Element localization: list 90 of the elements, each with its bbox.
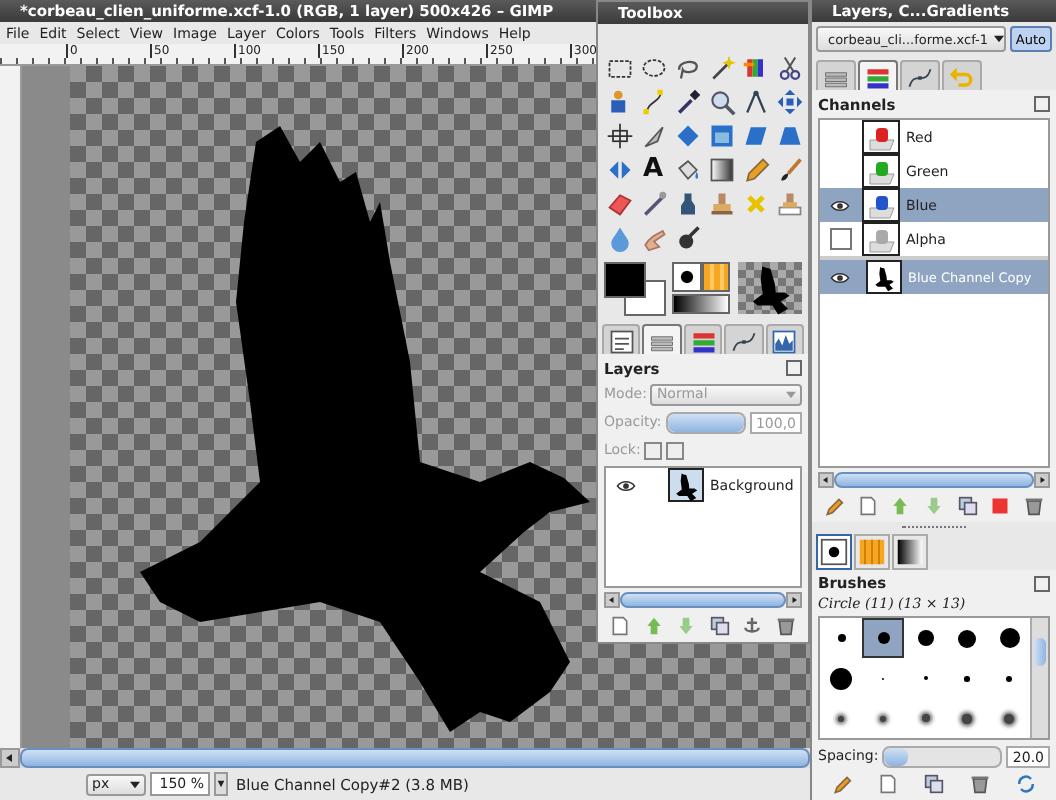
dropdown-arrow-icon	[786, 389, 796, 399]
channels-tab[interactable]	[683, 324, 723, 356]
gradient-icon	[896, 538, 924, 566]
zoom-dropdown-button[interactable]	[214, 772, 228, 796]
layers-tab[interactable]	[642, 324, 682, 356]
paths-tab[interactable]	[724, 324, 764, 356]
perspective-icon[interactable]	[775, 121, 803, 149]
gradients-tab[interactable]	[892, 534, 928, 570]
eye-icon[interactable]	[830, 199, 850, 211]
ellipse-select-icon[interactable]	[639, 53, 667, 81]
scissors-icon[interactable]	[775, 53, 803, 81]
paintbrush-icon[interactable]	[775, 155, 803, 183]
duplicate-icon[interactable]	[923, 773, 944, 794]
scale-icon[interactable]	[707, 121, 735, 149]
brush-preview[interactable]	[671, 262, 702, 292]
burn-icon[interactable]	[673, 223, 701, 251]
align-icon[interactable]	[605, 121, 633, 149]
magnifier-icon[interactable]	[707, 87, 735, 115]
scroll-right-button[interactable]	[1034, 472, 1050, 488]
pencil-icon[interactable]	[824, 495, 845, 515]
path-icon[interactable]	[639, 87, 667, 115]
pencil-icon[interactable]	[741, 155, 769, 183]
channel-icon	[865, 123, 897, 151]
scrollbar-thumb[interactable]	[20, 748, 810, 768]
eyedropper-icon[interactable]	[673, 87, 701, 115]
magic-wand-icon[interactable]	[707, 53, 735, 81]
bird-icon	[875, 266, 894, 291]
tool-options-tab[interactable]	[602, 324, 641, 356]
panel-menu-icon[interactable]	[786, 360, 802, 376]
scroll-right-button[interactable]	[786, 592, 802, 608]
stripes-icon	[858, 538, 886, 566]
eraser-icon[interactable]	[605, 189, 633, 217]
document-icon	[607, 327, 636, 355]
histogram-tab[interactable]	[765, 324, 805, 356]
trash-icon[interactable]	[1023, 495, 1044, 515]
curve-icon	[906, 63, 934, 91]
channel-icon	[865, 225, 897, 253]
curve-icon	[729, 327, 758, 355]
square-icon[interactable]	[990, 495, 1011, 515]
scrollbar-thumb[interactable]	[620, 592, 786, 608]
gradient-preview[interactable]	[671, 294, 731, 314]
channel-icon	[865, 157, 897, 185]
color-bars-icon	[864, 63, 892, 91]
new-page-icon[interactable]	[610, 615, 631, 635]
undo-icon	[948, 63, 976, 91]
anchor-icon[interactable]	[742, 615, 763, 635]
dropdown-arrow-icon	[994, 34, 1004, 44]
trash-icon[interactable]	[970, 773, 991, 794]
airbrush-icon[interactable]	[639, 189, 667, 217]
spacing-slider[interactable]	[882, 745, 1003, 768]
image-thumbnail[interactable]	[738, 262, 802, 314]
bird-icon	[753, 266, 790, 315]
text-tool-button[interactable]: A	[642, 155, 664, 183]
compass-icon[interactable]	[741, 87, 769, 115]
rotate-icon[interactable]	[673, 121, 701, 149]
scroll-left-button[interactable]	[818, 472, 834, 488]
bucket-icon[interactable]	[673, 155, 701, 183]
layers-tab[interactable]	[816, 60, 856, 92]
dropdown-arrow-icon	[130, 779, 140, 789]
channels-tab[interactable]	[858, 60, 898, 92]
scrollbar-thumb[interactable]	[834, 472, 1034, 488]
histogram-icon	[770, 327, 799, 355]
four-arrow-icon[interactable]	[775, 87, 803, 115]
scroll-left-button[interactable]	[604, 592, 620, 608]
opacity-slider[interactable]	[665, 411, 746, 433]
stamp-icon[interactable]	[707, 189, 735, 217]
foreground-color-swatch[interactable]	[604, 262, 646, 298]
color-bars-icon	[689, 327, 718, 355]
color-select-icon[interactable]	[741, 53, 769, 81]
scroll-left-button[interactable]	[0, 748, 20, 768]
vertical-scrollbar[interactable]	[1030, 618, 1048, 739]
panel-menu-icon[interactable]	[1034, 96, 1050, 112]
refresh-icon[interactable]	[1016, 773, 1037, 794]
brush-cell[interactable]	[862, 618, 904, 659]
trash-icon[interactable]	[775, 615, 796, 635]
new-page-icon[interactable]	[857, 495, 878, 515]
blade-icon[interactable]	[639, 121, 667, 149]
bird-icon	[676, 472, 698, 501]
pattern-preview[interactable]	[701, 262, 731, 292]
brushes-tab[interactable]	[816, 534, 852, 570]
paths-tab[interactable]	[900, 60, 940, 92]
duplicate-icon[interactable]	[709, 615, 730, 635]
focus-frame[interactable]	[829, 228, 851, 250]
panel-menu-icon[interactable]	[1034, 575, 1050, 592]
gradient-icon[interactable]	[707, 155, 735, 183]
new-page-icon[interactable]	[877, 773, 898, 794]
shear-icon[interactable]	[741, 121, 769, 149]
eye-icon[interactable]	[830, 271, 850, 283]
pencil-icon[interactable]	[831, 773, 852, 794]
duplicate-icon[interactable]	[957, 495, 978, 515]
